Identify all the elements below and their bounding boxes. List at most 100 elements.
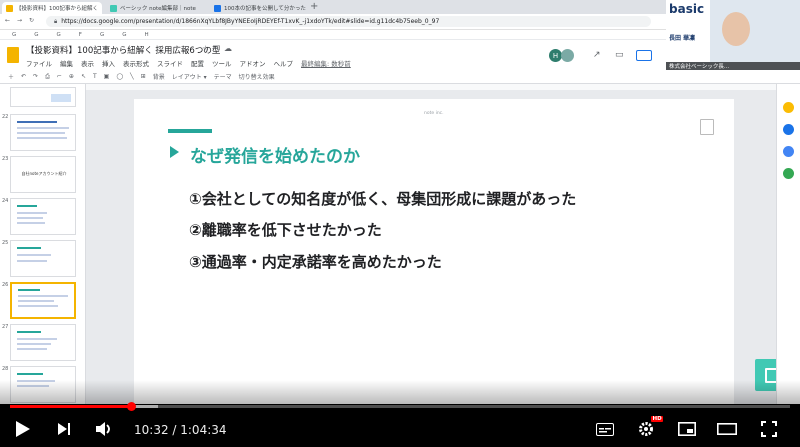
textbox-icon[interactable]: T — [93, 73, 97, 80]
document-title[interactable]: 【投影資料】100記事から紐解く 採用広報6つの型 — [26, 44, 220, 56]
print-icon[interactable]: ⎙ — [45, 73, 50, 81]
layout-button[interactable]: レイアウト ▾ — [172, 72, 207, 81]
tab-title: ベーシック note編集部｜note — [120, 6, 196, 12]
time-display: 10:32 / 1:04:34 — [134, 423, 227, 437]
menu-addons[interactable]: アドオン — [240, 58, 266, 68]
slide-number: 28 — [2, 366, 9, 372]
bookmark-item[interactable]: G — [122, 32, 126, 38]
slide-header-text: note inc. — [424, 111, 444, 116]
new-tab-button[interactable]: + — [310, 1, 318, 12]
company-caption: 株式会社ベーシック長... — [666, 62, 800, 70]
back-icon[interactable]: ← — [5, 17, 10, 24]
url-text: https://docs.google.com/presentation/d/1… — [61, 18, 440, 25]
browser-tab-hatena[interactable]: 100本の記事を公開して分かった… — [210, 2, 306, 14]
comment-add-icon[interactable]: ⊞ — [141, 73, 146, 80]
slide-thumbnail[interactable] — [10, 114, 76, 151]
menu-view[interactable]: 表示 — [81, 58, 94, 68]
maps-icon[interactable] — [783, 168, 794, 179]
forward-icon[interactable]: → — [17, 17, 22, 24]
slide-thumbnail[interactable] — [10, 240, 76, 277]
theater-icon — [717, 423, 737, 435]
zoom-icon[interactable]: ⊕ — [69, 73, 74, 80]
volume-button[interactable] — [93, 416, 115, 442]
subtitles-button[interactable] — [594, 416, 616, 442]
reload-icon[interactable]: ↻ — [29, 17, 34, 24]
menu-bar: ファイル 編集 表示 挿入 表示形式 スライド 配置 ツール アドオン ヘルプ … — [26, 58, 351, 68]
avatar[interactable] — [561, 49, 574, 62]
background-button[interactable]: 背景 — [153, 72, 165, 81]
menu-insert[interactable]: 挿入 — [102, 58, 115, 68]
bookmark-item[interactable]: G — [100, 32, 104, 38]
present-button[interactable] — [636, 50, 652, 61]
hatena-icon — [214, 4, 221, 12]
note-icon — [110, 4, 117, 12]
activity-icon[interactable]: ↗ — [593, 50, 601, 60]
menu-format[interactable]: 表示形式 — [123, 58, 149, 68]
tasks-icon[interactable] — [783, 124, 794, 135]
slide-thumbnail[interactable] — [10, 324, 76, 361]
slide-thumbnail-selected[interactable] — [10, 282, 76, 319]
play-icon — [16, 421, 30, 437]
menu-help[interactable]: ヘルプ — [274, 58, 294, 68]
slide-number: 25 — [2, 240, 9, 246]
menu-arrange[interactable]: 配置 — [191, 58, 204, 68]
play-button[interactable] — [12, 416, 34, 442]
skip-next-icon — [58, 423, 70, 435]
miniplayer-button[interactable] — [676, 416, 698, 442]
browser-tab-docs[interactable]: 【投影資料】100記事から紐解く — [2, 2, 102, 14]
image-icon[interactable]: ▣ — [104, 73, 110, 80]
bookmark-item[interactable]: G — [12, 32, 16, 38]
paint-format-icon[interactable]: ⌐ — [57, 73, 62, 80]
slide-thumbnail[interactable]: 自社noteアカウント紹介 — [10, 156, 76, 193]
keep-icon[interactable] — [783, 102, 794, 113]
slides-logo-icon[interactable] — [7, 47, 19, 63]
fullscreen-button[interactable] — [758, 416, 780, 442]
slide-title: なぜ発信を始めたのか — [190, 147, 360, 167]
scrubber-handle[interactable] — [127, 402, 136, 411]
theme-button[interactable]: テーマ — [214, 72, 232, 81]
lock-icon: 🔒︎ — [54, 17, 58, 25]
undo-icon[interactable]: ↶ — [21, 73, 26, 80]
gear-icon — [639, 422, 653, 436]
speaker-face — [722, 12, 750, 46]
miniplayer-icon — [678, 422, 696, 436]
line-icon[interactable]: ╲ — [130, 73, 134, 80]
calendar-icon[interactable] — [783, 146, 794, 157]
brand-logo: basic — [669, 2, 705, 16]
menu-file[interactable]: ファイル — [26, 58, 52, 68]
star-icon[interactable]: ☆ — [202, 44, 209, 53]
bookmark-item[interactable]: G — [57, 32, 61, 38]
add-slide-icon[interactable]: ＋ — [8, 72, 14, 81]
select-icon[interactable]: ↖ — [81, 73, 86, 80]
tab-title: 100本の記事を公開して分かった… — [224, 6, 306, 12]
webcam-overlay: basic 長田 華凜 株式会社ベーシック長... — [666, 0, 800, 70]
shape-icon[interactable]: ◯ — [116, 73, 123, 80]
slide-canvas[interactable]: note inc. なぜ発信を始めたのか ①会社としての知名度が低く、母集団形成… — [134, 99, 734, 404]
transition-button[interactable]: 切り替え効果 — [239, 72, 275, 81]
last-edit-link[interactable]: 最終編集: 数秒前 — [301, 58, 351, 68]
bookmark-item[interactable]: H — [145, 32, 149, 38]
url-bar[interactable]: 🔒︎ https://docs.google.com/presentation/… — [46, 16, 651, 27]
cloud-status-icon[interactable]: ☁ — [224, 44, 232, 53]
browser-tab-note[interactable]: ベーシック note編集部｜note — [106, 2, 208, 14]
menu-slide[interactable]: スライド — [157, 58, 183, 68]
comment-icon[interactable]: ▭ — [615, 50, 624, 60]
redo-icon[interactable]: ↷ — [33, 73, 38, 80]
slide-number: 27 — [2, 324, 9, 330]
ruler — [86, 84, 776, 90]
slide-thumbnail[interactable] — [10, 87, 76, 107]
menu-tools[interactable]: ツール — [212, 58, 232, 68]
slide-number: 24 — [2, 198, 9, 204]
menu-edit[interactable]: 編集 — [60, 58, 73, 68]
hd-badge: HD — [651, 416, 664, 422]
editing-toolbar: ＋ ↶ ↷ ⎙ ⌐ ⊕ ↖ T ▣ ◯ ╲ ⊞ 背景 レイアウト ▾ テーマ 切… — [0, 70, 800, 84]
side-panel — [776, 84, 800, 404]
theater-button[interactable] — [716, 416, 738, 442]
slide-thumbnail[interactable] — [10, 198, 76, 235]
title-arrow-icon — [170, 146, 179, 158]
bookmark-item[interactable]: F — [79, 32, 82, 38]
move-folder-icon[interactable]: ⇱ — [213, 44, 220, 53]
next-button[interactable] — [54, 416, 74, 442]
bookmark-item[interactable]: G — [34, 32, 38, 38]
slide-number: 22 — [2, 114, 9, 120]
